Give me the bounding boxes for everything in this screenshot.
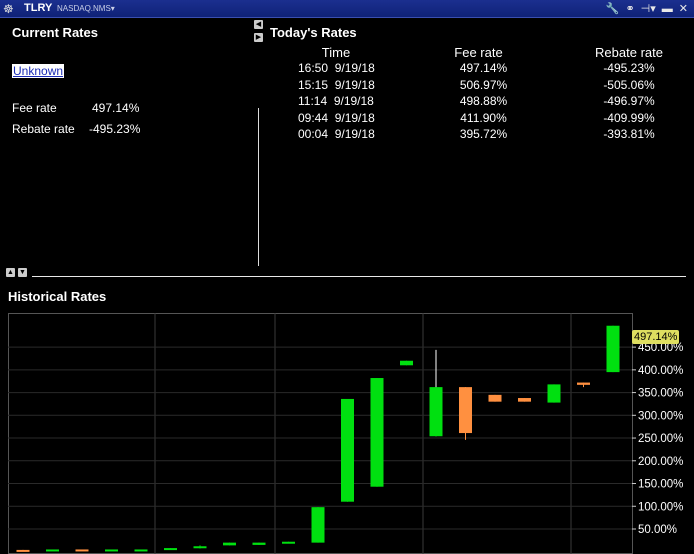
row-fee-rate: 497.14% (459, 61, 508, 76)
candle-up (46, 549, 59, 552)
exchange-dropdown[interactable]: NASDAQ.NMS▾ (57, 4, 115, 13)
row-date-value: 9/19/18 (334, 77, 375, 92)
row-fee-rate: 395.72% (459, 127, 508, 142)
current-rates-title: Current Rates (12, 25, 98, 40)
candle-up (282, 541, 295, 544)
y-tick-label: 200.00% (638, 456, 683, 468)
y-tick-label: 400.00% (638, 365, 683, 377)
candle-up (400, 360, 413, 366)
row-rebate-rate: -495.23% (603, 61, 655, 76)
symbol-label[interactable]: TLRY (24, 2, 52, 14)
candle-up (164, 548, 177, 551)
col-rebate-rate: Rebate rate (595, 44, 663, 60)
table-row[interactable]: 11:14 9/19/18 498.88% -496.97% (290, 93, 683, 110)
splitter-down-icon[interactable]: ▼ (18, 268, 27, 277)
row-rebate-rate: -496.97% (603, 94, 655, 109)
row-time: 11:14 9/19/18 (290, 93, 382, 110)
candle-up (134, 549, 148, 552)
panel-divider[interactable] (258, 108, 259, 266)
status-link[interactable]: Unknown (12, 64, 65, 78)
y-tick-label: 100.00% (638, 501, 683, 513)
table-header-row: Time Fee rate Rebate rate (290, 44, 683, 60)
pin-icon[interactable]: ⊣▾ (641, 1, 656, 17)
y-tick-label: 150.00% (638, 479, 683, 491)
close-icon[interactable]: ✕ (679, 1, 688, 17)
fee-rate-value: 497.14% (92, 101, 140, 115)
candle-up (429, 387, 443, 437)
link-icon[interactable]: ⚭ (625, 1, 634, 17)
candle-down (459, 387, 472, 434)
row-time-value: 11:14 (298, 94, 328, 109)
row-date-value: 9/19/18 (334, 127, 375, 142)
candle-up (193, 546, 207, 549)
y-tick-label: 250.00% (638, 433, 683, 445)
row-time: 16:50 9/19/18 (290, 60, 382, 77)
y-tick-label: 50.00% (638, 524, 677, 536)
row-date-value: 9/19/18 (333, 94, 374, 109)
row-time-value: 09:44 (298, 110, 329, 125)
row-time: 00:04 9/19/18 (290, 126, 382, 143)
candle-down (16, 549, 30, 552)
row-time-value: 15:15 (298, 77, 329, 92)
fee-rate-label: Fee rate (12, 101, 57, 115)
titlebar-icons: 🔧 ⚭ ⊣▾ ▬ ✕ (606, 1, 688, 17)
todays-rates-table: Time Fee rate Rebate rate 16:50 9/19/18 4… (290, 44, 683, 143)
expand-right-icon[interactable]: ▶ (254, 33, 263, 42)
minimize-icon[interactable]: ▬ (662, 1, 673, 17)
collapse-left-icon[interactable]: ◀ (254, 20, 263, 29)
candle-up (311, 507, 325, 543)
window-titlebar: ☸ TLRY NASDAQ.NMS▾ 🔧 ⚭ ⊣▾ ▬ ✕ (0, 0, 694, 18)
row-fee-rate: 498.88% (459, 94, 508, 109)
candle-down (75, 549, 89, 552)
candle-down (518, 398, 531, 402)
row-rebate-rate: -409.99% (603, 110, 655, 125)
rebate-rate-label: Rebate rate (12, 122, 75, 136)
row-fee-rate: 506.97% (459, 77, 508, 92)
table-row[interactable]: 15:15 9/19/18 506.97% -505.06% (290, 77, 683, 94)
candle-up (370, 378, 384, 487)
row-time: 15:15 9/19/18 (290, 77, 382, 94)
exchange-label: NASDAQ.NMS (57, 4, 111, 13)
y-tick-label: 300.00% (638, 410, 683, 422)
table-row[interactable]: 09:44 9/19/18 411.90% -409.99% (290, 110, 683, 127)
row-rebate-rate: -505.06% (603, 77, 655, 92)
table-row[interactable]: 16:50 9/19/18 497.14% -495.23% (290, 60, 683, 77)
rebate-rate-value: -495.23% (89, 122, 141, 136)
candle-up (105, 549, 118, 552)
splitter-up-icon[interactable]: ▲ (6, 268, 15, 277)
last-price-tag: 497.14% (632, 330, 680, 344)
table-row[interactable]: 00:04 9/19/18 395.72% -393.81% (290, 126, 683, 143)
candle-up (252, 542, 266, 545)
todays-rates-title: Today's Rates (270, 25, 357, 40)
candle-up (223, 542, 236, 546)
candle-up (341, 398, 354, 502)
candle-down (488, 394, 502, 402)
wrench-icon[interactable]: 🔧 (606, 1, 620, 17)
app-logo-icon: ☸ (3, 2, 14, 16)
row-time-value: 16:50 (298, 61, 329, 76)
row-time-value: 00:04 (298, 127, 329, 142)
row-time: 09:44 9/19/18 (290, 110, 382, 127)
candle-down (577, 382, 590, 385)
status-link-label: Unknown (12, 64, 65, 78)
row-date-value: 9/19/18 (334, 110, 375, 125)
row-fee-rate: 411.90% (460, 110, 507, 125)
col-fee-rate: Fee rate (454, 44, 503, 60)
splitter-line[interactable] (32, 276, 686, 277)
col-time: Time (321, 44, 351, 60)
candle-up (547, 384, 561, 403)
row-rebate-rate: -393.81% (603, 127, 655, 142)
historical-rates-chart[interactable]: 50.00% 100.00% 150.00% 200.00% 250.00% 300.00… (8, 313, 694, 554)
y-tick-label: 350.00% (638, 388, 683, 400)
row-date-value: 9/19/18 (334, 61, 375, 76)
candle-up (606, 325, 620, 373)
historical-rates-title: Historical Rates (8, 289, 107, 304)
